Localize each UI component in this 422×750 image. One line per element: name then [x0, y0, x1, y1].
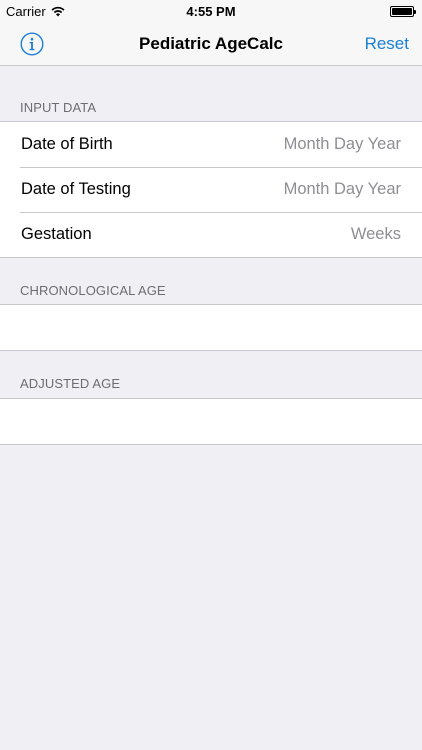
adjusted-age-group [0, 398, 422, 445]
reset-button[interactable]: Reset [365, 34, 409, 54]
battery-icon [390, 6, 416, 17]
row-date-of-testing[interactable]: Date of Testing Month Day Year [0, 167, 422, 212]
gestation-field[interactable]: Weeks [351, 225, 401, 244]
input-data-group: Date of Birth Month Day Year Date of Tes… [0, 121, 422, 258]
section-header-input-data: INPUT DATA [20, 100, 97, 115]
adjusted-age-row [0, 399, 422, 444]
status-time: 4:55 PM [186, 4, 236, 19]
row-label: Date of Birth [21, 135, 113, 153]
status-bar: Carrier 4:55 PM [0, 0, 422, 22]
row-gestation[interactable]: Gestation Weeks [0, 212, 422, 257]
row-label: Date of Testing [21, 180, 131, 198]
date-of-birth-field[interactable]: Month Day Year [284, 135, 401, 154]
row-label: Gestation [21, 225, 92, 243]
battery-tip [414, 10, 416, 14]
section-header-chronological-age: CHRONOLOGICAL AGE [20, 283, 166, 298]
row-date-of-birth[interactable]: Date of Birth Month Day Year [0, 122, 422, 167]
page-title: Pediatric AgeCalc [139, 34, 283, 53]
navigation-bar: Pediatric AgeCalc Reset [0, 22, 422, 66]
date-of-testing-field[interactable]: Month Day Year [284, 180, 401, 199]
chronological-age-row [0, 305, 422, 350]
battery-fill [392, 8, 412, 15]
section-header-adjusted-age: ADJUSTED AGE [20, 376, 121, 391]
chronological-age-group [0, 304, 422, 351]
